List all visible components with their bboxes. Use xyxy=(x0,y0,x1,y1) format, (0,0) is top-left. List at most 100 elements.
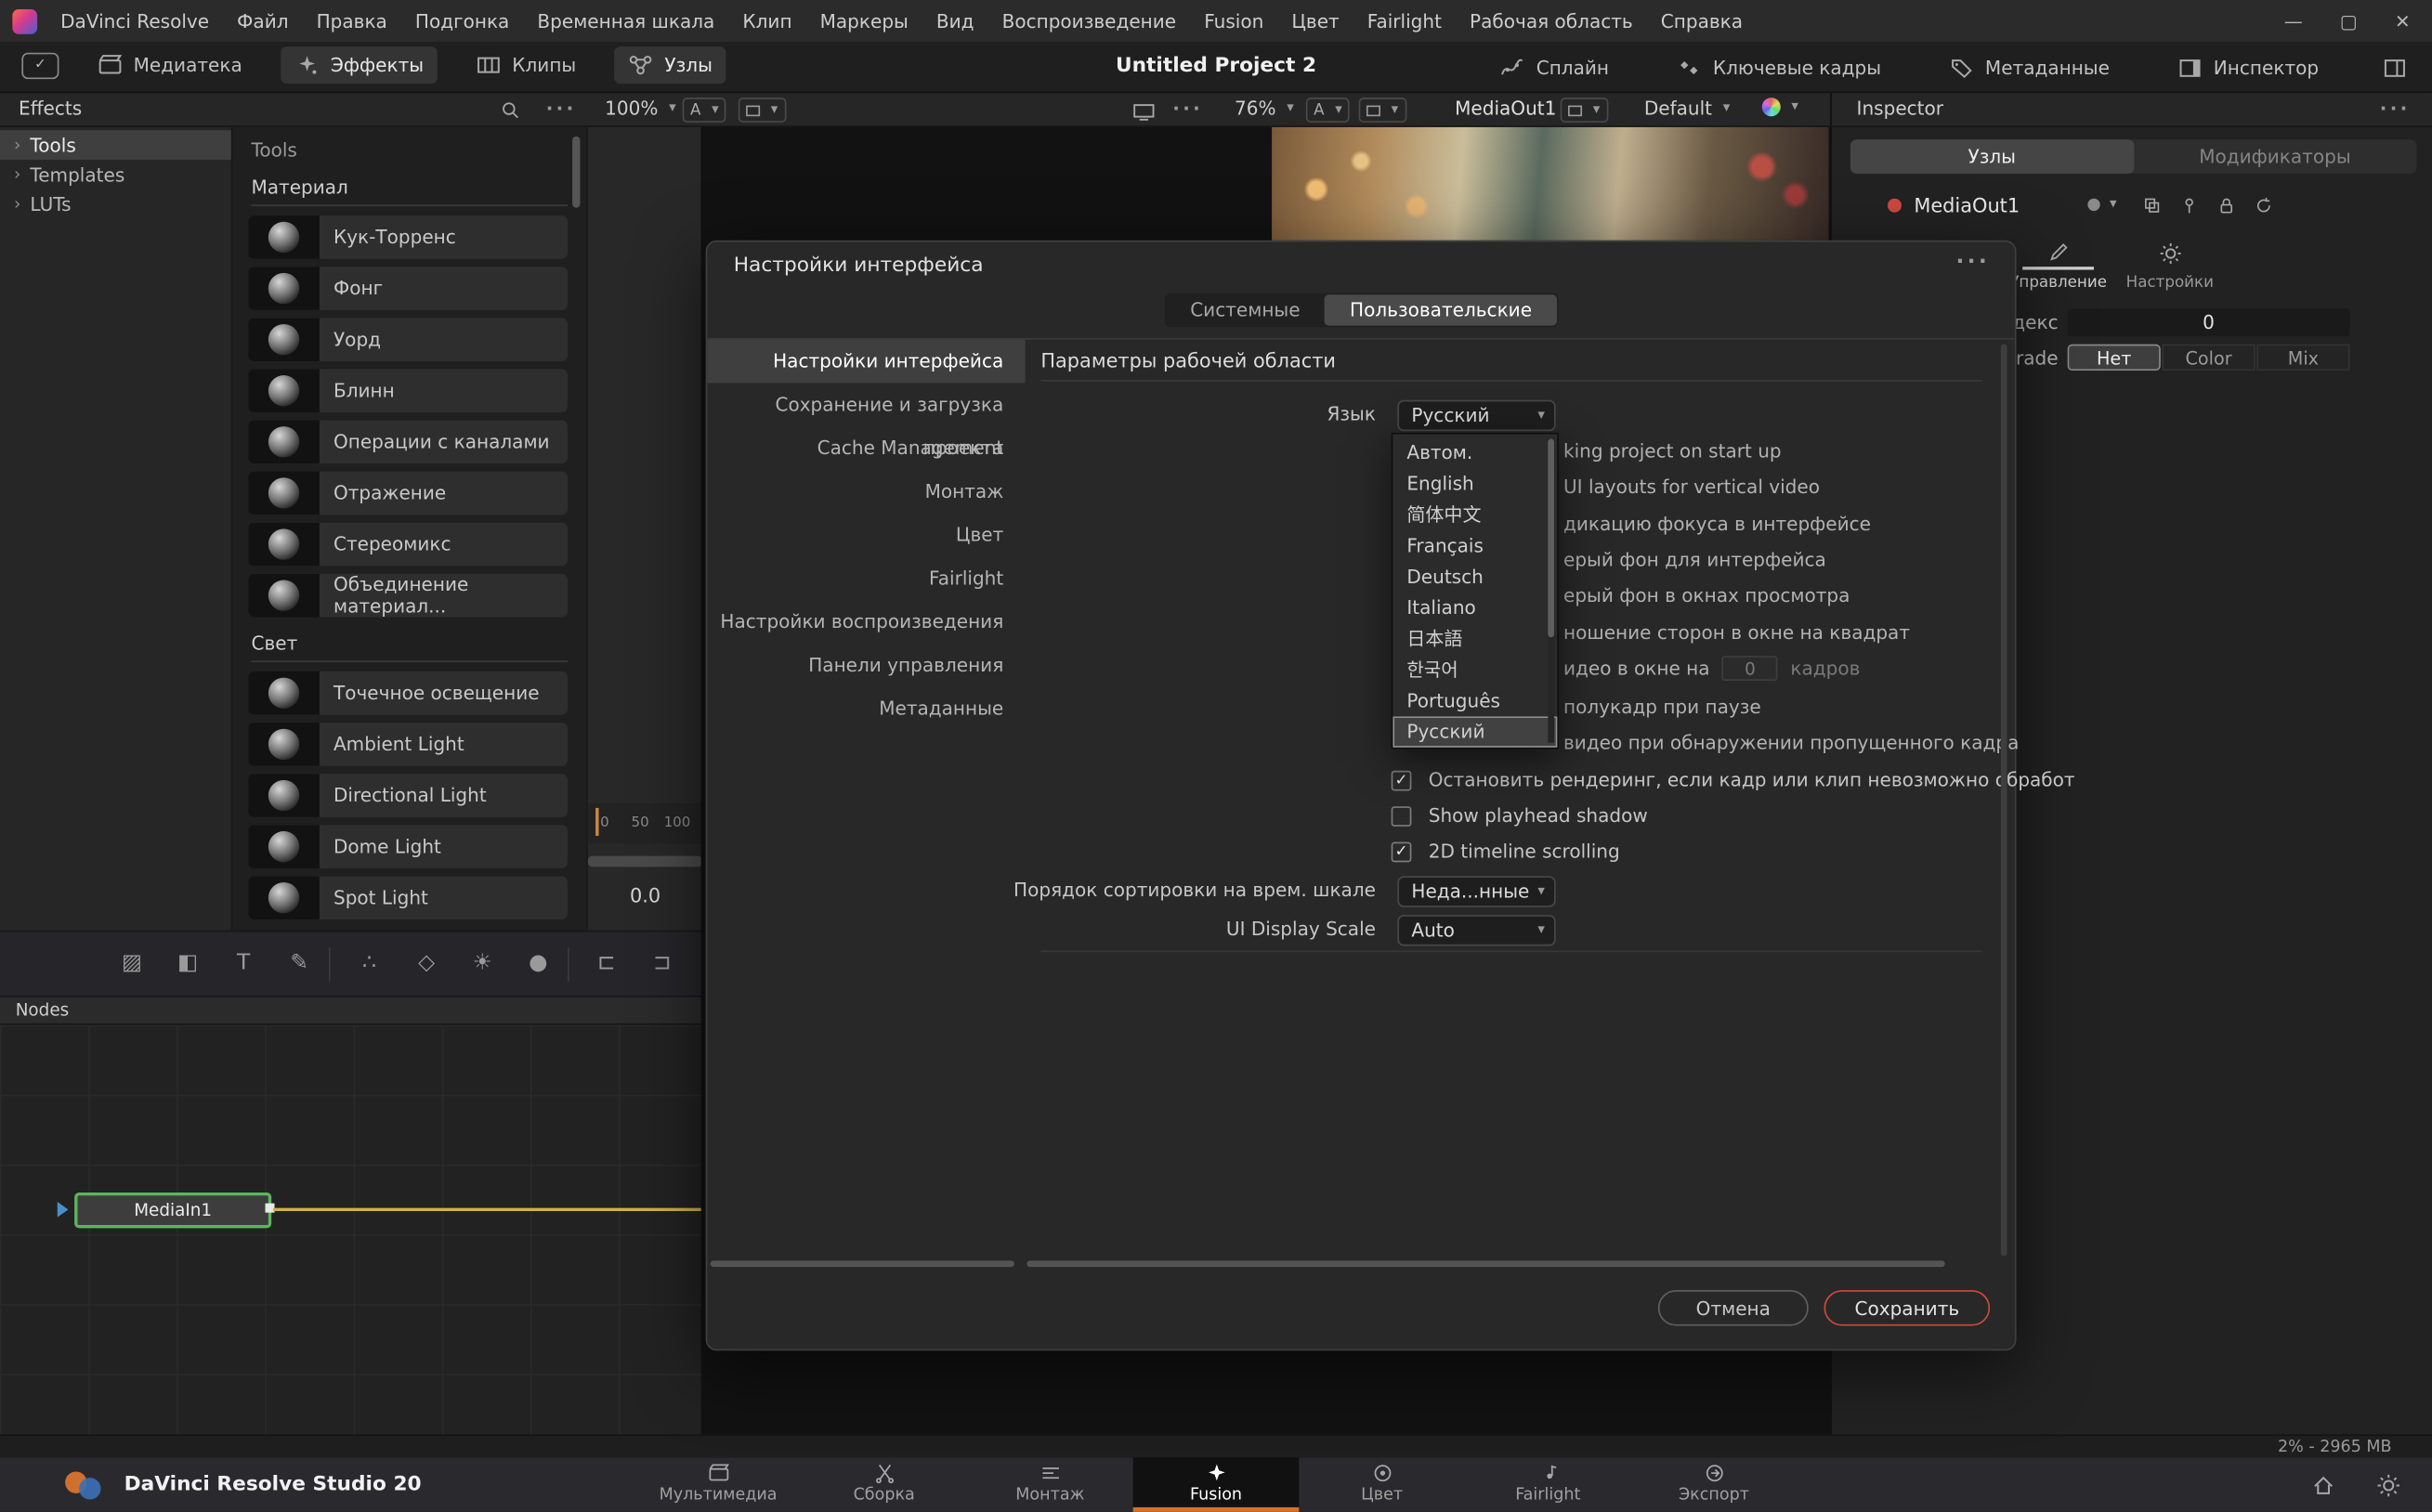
page-deliver[interactable]: Экспорт xyxy=(1631,1457,1798,1511)
language-option[interactable]: 한국어 xyxy=(1393,655,1557,685)
lock-icon[interactable] xyxy=(2216,195,2236,215)
pin-icon[interactable] xyxy=(2178,195,2199,215)
sidebar-item-editing[interactable]: Монтаж xyxy=(707,470,1025,514)
sidebar-item-playback[interactable]: Настройки воспроизведения xyxy=(707,600,1025,644)
menu-markers[interactable]: Маркеры xyxy=(806,10,922,32)
page-fusion[interactable]: Fusion xyxy=(1133,1457,1300,1511)
right-viewer-split-select[interactable]: ▾ xyxy=(1561,98,1608,123)
tab-modifiers[interactable]: Модификаторы xyxy=(2134,139,2417,174)
menu-playback[interactable]: Воспроизведение xyxy=(988,10,1191,32)
menu-trim[interactable]: Подгонка xyxy=(401,10,524,32)
node-state-select[interactable]: ▾ xyxy=(2088,197,2117,213)
language-option[interactable]: Português xyxy=(1393,685,1557,716)
inspector-button[interactable]: Инспектор xyxy=(2164,49,2333,86)
sidebar-item-ui-settings[interactable]: Настройки интерфейса xyxy=(707,340,1025,384)
home-icon[interactable] xyxy=(2311,1473,2336,1498)
tool-item[interactable]: Фонг xyxy=(248,267,568,310)
tool-item[interactable]: Уорд xyxy=(248,318,568,361)
language-option[interactable]: Автом. xyxy=(1393,437,1557,468)
language-option-selected[interactable]: Русский xyxy=(1393,716,1557,747)
tool-item[interactable]: Directional Light xyxy=(248,774,568,817)
grade-option-mix[interactable]: Mix xyxy=(2256,345,2349,371)
right-viewer-zoom-select[interactable]: 76% ▾ xyxy=(1235,98,1294,119)
language-option[interactable]: English xyxy=(1393,468,1557,499)
checkbox-stop-render[interactable]: ✓ Остановить рендеринг, если кадр или кл… xyxy=(1392,767,2075,792)
left-viewer-zoom-select[interactable]: 100% ▾ xyxy=(605,98,676,119)
language-option[interactable]: Français xyxy=(1393,530,1557,561)
page-fairlight[interactable]: Fairlight xyxy=(1465,1457,1631,1511)
frames-input[interactable]: 0 xyxy=(1722,656,1778,681)
tool-item[interactable]: Блинн xyxy=(248,369,568,412)
tool-item[interactable]: Операции с каналами xyxy=(248,420,568,463)
menu-file[interactable]: Файл xyxy=(223,10,302,32)
right-viewer-image[interactable] xyxy=(1272,127,1828,241)
tool-item[interactable]: Отражение xyxy=(248,472,568,515)
dropdown-scrollbar-thumb[interactable] xyxy=(1548,439,1554,638)
cancel-button[interactable]: Отмена xyxy=(1658,1290,1809,1325)
option-row[interactable]: дикацию фокуса в интерфейсе xyxy=(1563,512,1871,537)
horizontal-scrollbar[interactable] xyxy=(588,856,703,867)
paint-icon[interactable]: ✎ xyxy=(285,950,313,975)
tab-controls[interactable]: Управление xyxy=(2003,236,2114,292)
right-viewer-options-icon[interactable]: ··· xyxy=(1172,98,1203,119)
option-row[interactable]: ношение сторон в окне на квадрат xyxy=(1563,620,1910,645)
maximize-icon[interactable]: ▢ xyxy=(2340,10,2358,32)
tool-item[interactable]: Ambient Light xyxy=(248,723,568,766)
effects-tree-templates[interactable]: › Templates xyxy=(0,160,231,189)
background-icon[interactable]: ▨ xyxy=(118,950,146,975)
fastnoise-icon[interactable]: ◧ xyxy=(174,950,202,975)
page-media[interactable]: Мультимедиа xyxy=(635,1457,802,1511)
tab-nodes[interactable]: Узлы xyxy=(1850,139,2134,174)
option-row[interactable]: ерый фон для интерфейса xyxy=(1563,547,1826,572)
tool-item[interactable]: Кук-Торренс xyxy=(248,215,568,259)
page-cut[interactable]: Сборка xyxy=(801,1457,967,1511)
option-row[interactable]: UI layouts for vertical video xyxy=(1563,475,1820,500)
inspector-node-row[interactable]: MediaOut1 ▾ xyxy=(1832,183,2432,227)
right-viewer-channel-select[interactable]: A ▾ xyxy=(1306,98,1350,123)
tool-item[interactable]: Объединение материал... xyxy=(248,574,568,618)
text-icon[interactable]: T xyxy=(229,950,257,975)
effects-tree-tools[interactable]: › Tools xyxy=(0,130,231,160)
search-icon[interactable] xyxy=(500,99,521,121)
sort-order-select[interactable]: Неда...нные ▾ xyxy=(1397,876,1555,906)
language-option[interactable]: 日本語 xyxy=(1393,623,1557,654)
checkbox-2d-timeline-scrolling[interactable]: ✓ 2D timeline scrolling xyxy=(1392,839,1620,864)
tab-settings[interactable]: Настройки xyxy=(2114,236,2226,292)
left-viewer-channel-select[interactable]: A ▾ xyxy=(683,98,726,123)
content-scrollbar[interactable] xyxy=(1026,1260,1944,1267)
tools-scrollbar[interactable] xyxy=(572,137,580,208)
ui-scale-select[interactable]: Auto ▾ xyxy=(1397,915,1555,945)
checkbox-playhead-shadow[interactable]: Show playhead shadow xyxy=(1392,803,1648,828)
sidebar-item-metadata[interactable]: Метаданные xyxy=(707,687,1025,731)
menu-view[interactable]: Вид xyxy=(922,10,988,32)
menu-fusion[interactable]: Fusion xyxy=(1190,10,1277,32)
sidebar-item-color[interactable]: Цвет xyxy=(707,514,1025,557)
menu-workspace[interactable]: Рабочая область xyxy=(1456,10,1647,32)
language-option[interactable]: Deutsch xyxy=(1393,561,1557,592)
right-viewer-lut-select[interactable]: Default ▾ xyxy=(1644,98,1730,119)
tool-item[interactable]: Dome Light xyxy=(248,825,568,868)
right-viewer-display-select[interactable]: ▾ xyxy=(1359,98,1406,123)
spline-button[interactable]: Сплайн xyxy=(1486,49,1623,86)
option-row-frames[interactable]: идео в окне на 0 кадров xyxy=(1563,656,1860,681)
node-connection-wire[interactable] xyxy=(273,1208,701,1211)
menu-color[interactable]: Цвет xyxy=(1277,10,1353,32)
option-row[interactable]: полукадр при паузе xyxy=(1563,695,1761,720)
copy-settings-icon[interactable] xyxy=(2141,195,2162,215)
save-button[interactable]: Сохранить xyxy=(1824,1290,1990,1325)
node-mediain1[interactable]: MediaIn1 xyxy=(74,1193,271,1228)
node-graph[interactable]: MediaIn1 xyxy=(0,1025,701,1435)
polygon-mask-icon[interactable]: ◇ xyxy=(412,950,440,975)
menu-fairlight[interactable]: Fairlight xyxy=(1353,10,1456,32)
effects-tree-luts[interactable]: › LUTs xyxy=(0,189,231,219)
close-icon[interactable]: ✕ xyxy=(2395,10,2411,32)
language-select[interactable]: Русский ▾ xyxy=(1397,400,1555,431)
menu-help[interactable]: Справка xyxy=(1647,10,1757,32)
shape-icon[interactable]: ● xyxy=(524,950,552,975)
frame-icon[interactable]: ⊐ xyxy=(648,950,676,975)
particles-icon[interactable]: ∴ xyxy=(355,950,383,975)
tool-item[interactable]: Стереомикс xyxy=(248,523,568,567)
sidebar-item-cache-management[interactable]: Cache Management xyxy=(707,426,1025,470)
tab-user[interactable]: Пользовательские xyxy=(1325,294,1556,325)
keyframes-button[interactable]: Ключевые кадры xyxy=(1663,49,1895,86)
